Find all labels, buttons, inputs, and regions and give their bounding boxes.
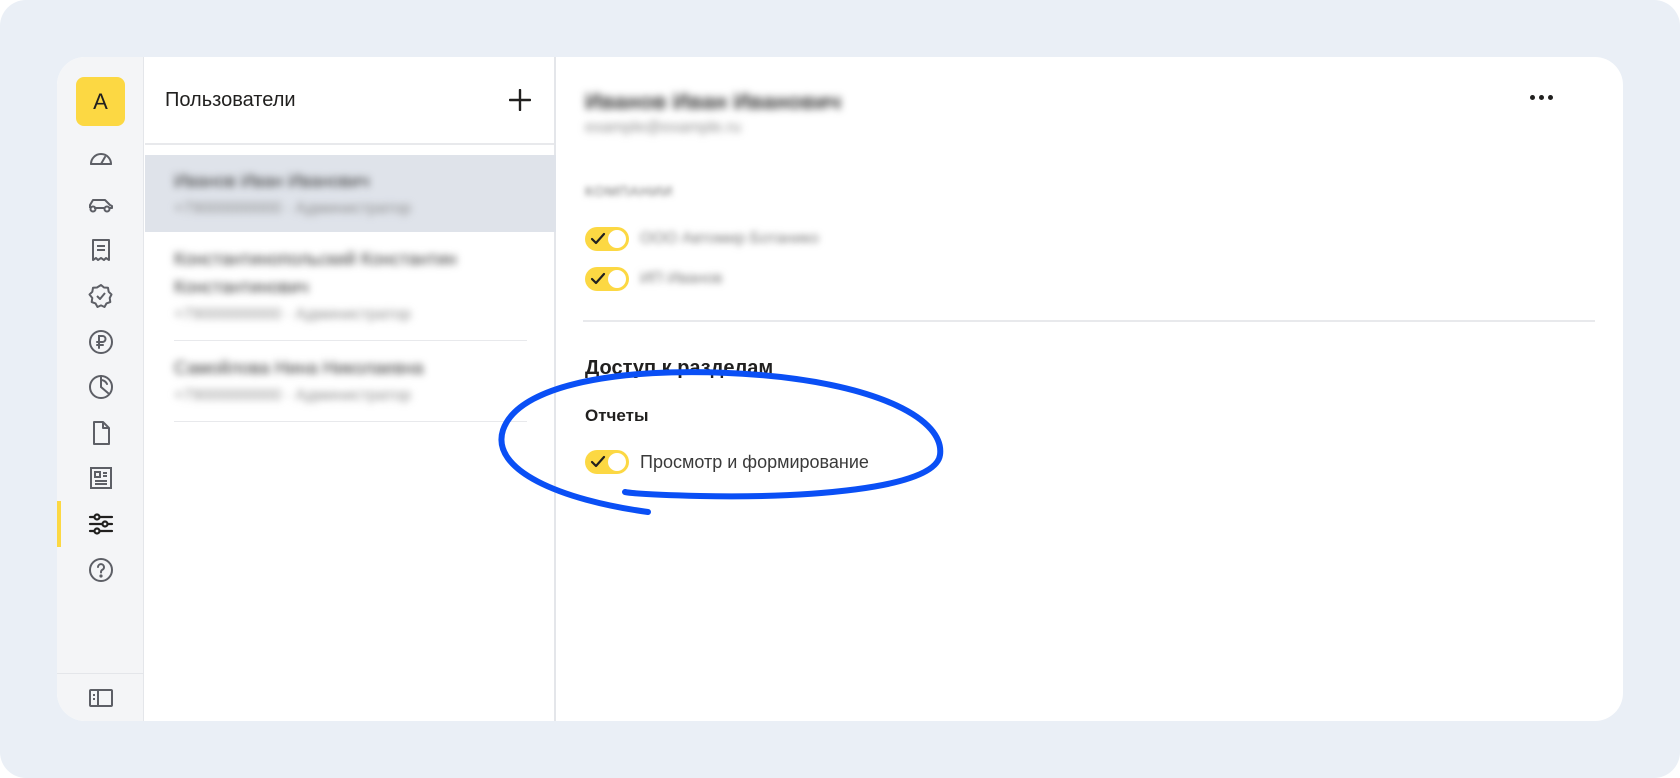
company-toggle-row: ИП Иванов bbox=[585, 267, 722, 291]
users-header: Пользователи bbox=[145, 57, 554, 145]
nav-item-cars[interactable] bbox=[57, 182, 144, 228]
nav-item-finance[interactable] bbox=[57, 319, 144, 365]
navigation-rail: A bbox=[57, 57, 144, 721]
access-section-title: Доступ к разделам bbox=[585, 357, 774, 379]
users-panel: Пользователи Иванов Иван Иванович +79000… bbox=[145, 57, 556, 721]
toggle-knob bbox=[608, 453, 626, 471]
detail-user-name: Иванов Иван Иванович bbox=[585, 89, 842, 114]
company-label: ИП Иванов bbox=[640, 270, 723, 287]
newspaper-icon bbox=[89, 467, 112, 489]
section-divider bbox=[583, 320, 1595, 322]
check-icon bbox=[590, 455, 606, 468]
nav-item-settings[interactable] bbox=[57, 501, 144, 547]
company-toggle[interactable] bbox=[585, 267, 629, 291]
reports-permission-row: Просмотр и формирование bbox=[585, 450, 869, 474]
users-title: Пользователи bbox=[165, 88, 296, 111]
dashboard-gauge-icon bbox=[89, 153, 112, 165]
help-circle-icon bbox=[88, 558, 113, 582]
reports-section-label: Отчеты bbox=[585, 406, 649, 425]
user-row-selected[interactable]: Иванов Иван Иванович +79000000000 · Адми… bbox=[145, 155, 556, 232]
nav-item-help[interactable] bbox=[57, 547, 144, 593]
check-icon bbox=[590, 232, 606, 245]
user-meta: +79000000000 · Администратор bbox=[174, 306, 411, 323]
nav-item-reports[interactable] bbox=[57, 364, 144, 410]
user-row[interactable]: Самойлова Нина Николаевна +79000000000 ·… bbox=[145, 342, 556, 422]
verified-badge-icon bbox=[88, 284, 112, 308]
user-meta: +79000000000 · Администратор bbox=[174, 200, 411, 217]
sidebar-collapse-icon bbox=[88, 688, 113, 707]
nav-item-documents[interactable] bbox=[57, 410, 144, 456]
app-window: A Пользователи Иванов Иван Иванович +790… bbox=[57, 57, 1623, 721]
nav-item-verified[interactable] bbox=[57, 273, 144, 319]
company-toggle-row: ООО Автомир Ботанико bbox=[585, 227, 819, 251]
pie-chart-icon bbox=[88, 375, 113, 399]
user-name: Константинопольский Константин Константи… bbox=[174, 249, 457, 297]
toggle-knob bbox=[608, 270, 626, 288]
nav-item-receipts[interactable] bbox=[57, 227, 144, 273]
user-name: Самойлова Нина Николаевна bbox=[174, 358, 424, 378]
reports-permission-label: Просмотр и формирование bbox=[640, 451, 869, 472]
receipt-icon bbox=[91, 239, 110, 261]
nav-item-news[interactable] bbox=[57, 455, 144, 501]
car-icon bbox=[88, 199, 113, 213]
settings-sliders-icon bbox=[88, 513, 113, 535]
more-options-button[interactable] bbox=[1523, 85, 1559, 109]
reports-permission-toggle[interactable] bbox=[585, 450, 629, 474]
more-dot bbox=[1538, 94, 1544, 100]
add-user-button[interactable] bbox=[506, 86, 534, 114]
nav-item-dashboard[interactable] bbox=[57, 136, 144, 182]
toggle-knob bbox=[608, 230, 626, 248]
plus-icon bbox=[509, 89, 531, 111]
more-dot bbox=[1547, 94, 1553, 100]
company-toggle[interactable] bbox=[585, 227, 629, 251]
check-icon bbox=[590, 272, 606, 285]
ruble-coin-icon bbox=[88, 330, 113, 354]
companies-label: КОМПАНИИ bbox=[585, 183, 674, 199]
user-meta: +79000000000 · Администратор bbox=[174, 387, 411, 404]
user-detail-panel: Иванов Иван Иванович example@example.ru … bbox=[557, 57, 1623, 721]
collapse-sidebar-button[interactable] bbox=[57, 673, 144, 721]
avatar[interactable]: A bbox=[76, 77, 125, 126]
company-label: ООО Автомир Ботанико bbox=[640, 230, 819, 247]
detail-user-email: example@example.ru bbox=[585, 119, 741, 136]
more-horizontal-icon bbox=[1529, 94, 1535, 100]
user-row[interactable]: Константинопольский Константин Константи… bbox=[145, 233, 556, 341]
user-name: Иванов Иван Иванович bbox=[174, 171, 370, 191]
document-icon bbox=[92, 421, 110, 445]
